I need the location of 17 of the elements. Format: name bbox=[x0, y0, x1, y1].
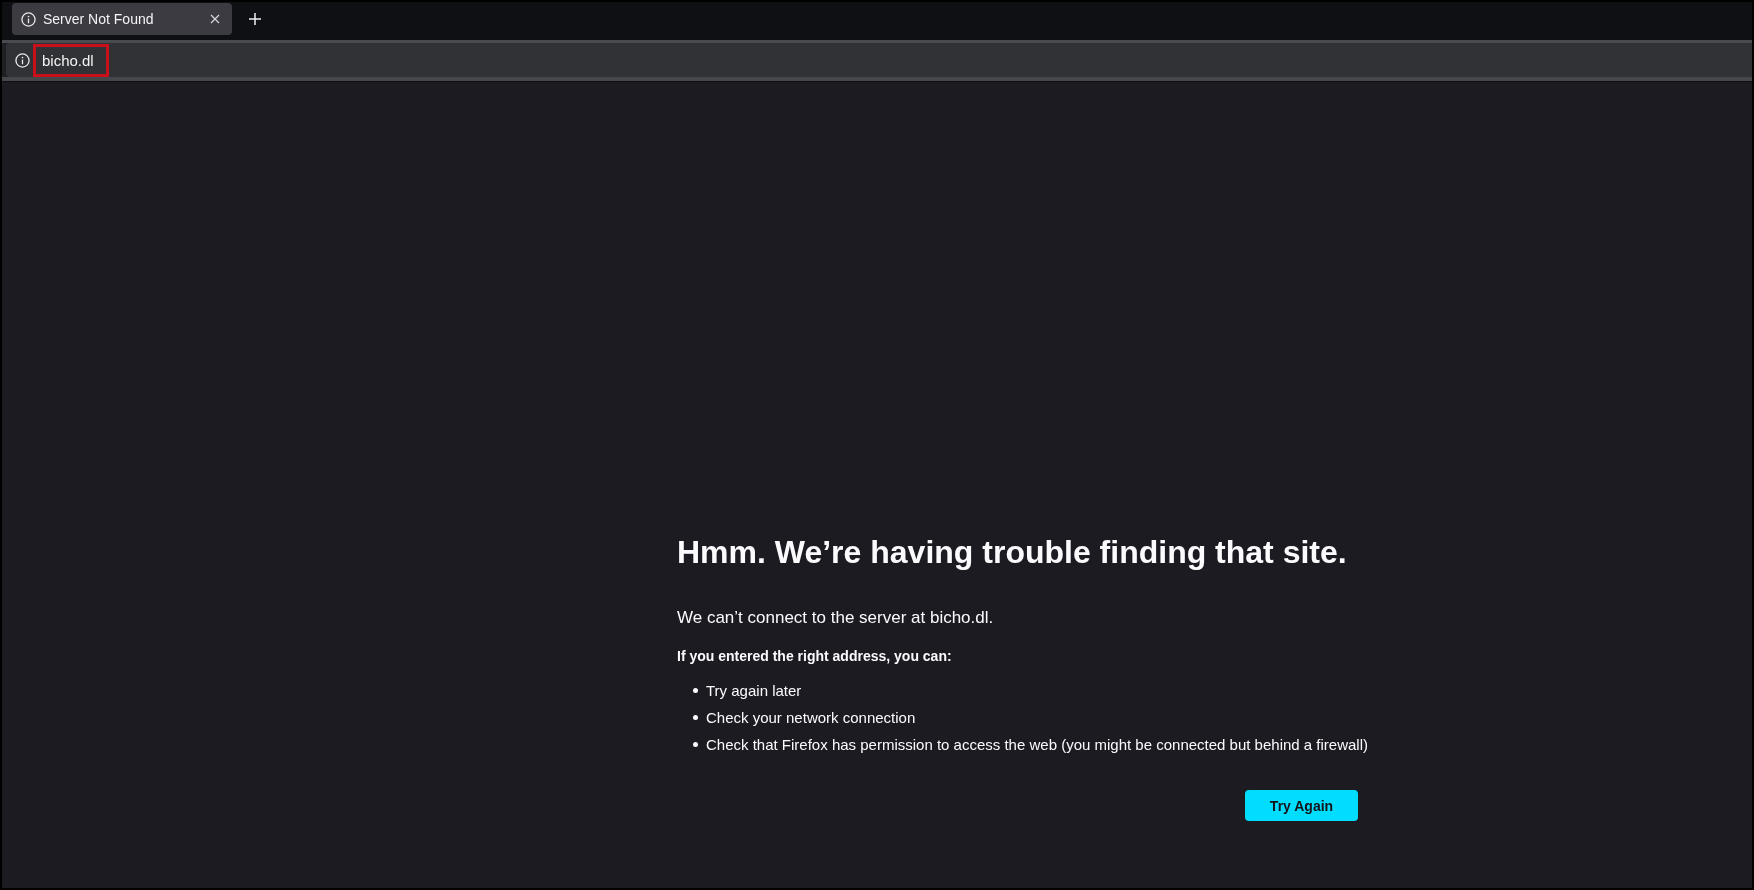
browser-tab[interactable]: Server Not Found bbox=[12, 3, 232, 35]
url-field[interactable]: bicho.dl bbox=[6, 43, 1752, 77]
suggestion-text: Check your network connection bbox=[706, 708, 916, 728]
url-text: bicho.dl bbox=[42, 51, 94, 69]
bullet-icon bbox=[693, 688, 698, 693]
try-again-button[interactable]: Try Again bbox=[1245, 790, 1358, 821]
bullet-icon bbox=[693, 715, 698, 720]
info-icon bbox=[21, 11, 36, 27]
error-title: Hmm. We’re having trouble finding that site. bbox=[677, 534, 1348, 570]
suggestion-text: Try again later bbox=[706, 681, 802, 701]
info-icon[interactable] bbox=[15, 52, 30, 68]
suggestion-text: Check that Firefox has permission to access the web (you might be connected but behind a firewall) bbox=[706, 735, 1368, 755]
bullet-icon bbox=[693, 742, 698, 747]
plus-icon[interactable] bbox=[249, 13, 261, 25]
error-description: We can’t connect to the server at bicho.dl. bbox=[677, 607, 995, 629]
close-icon[interactable] bbox=[210, 14, 220, 24]
suggestions-heading: If you entered the right address, you can: bbox=[677, 647, 953, 666]
